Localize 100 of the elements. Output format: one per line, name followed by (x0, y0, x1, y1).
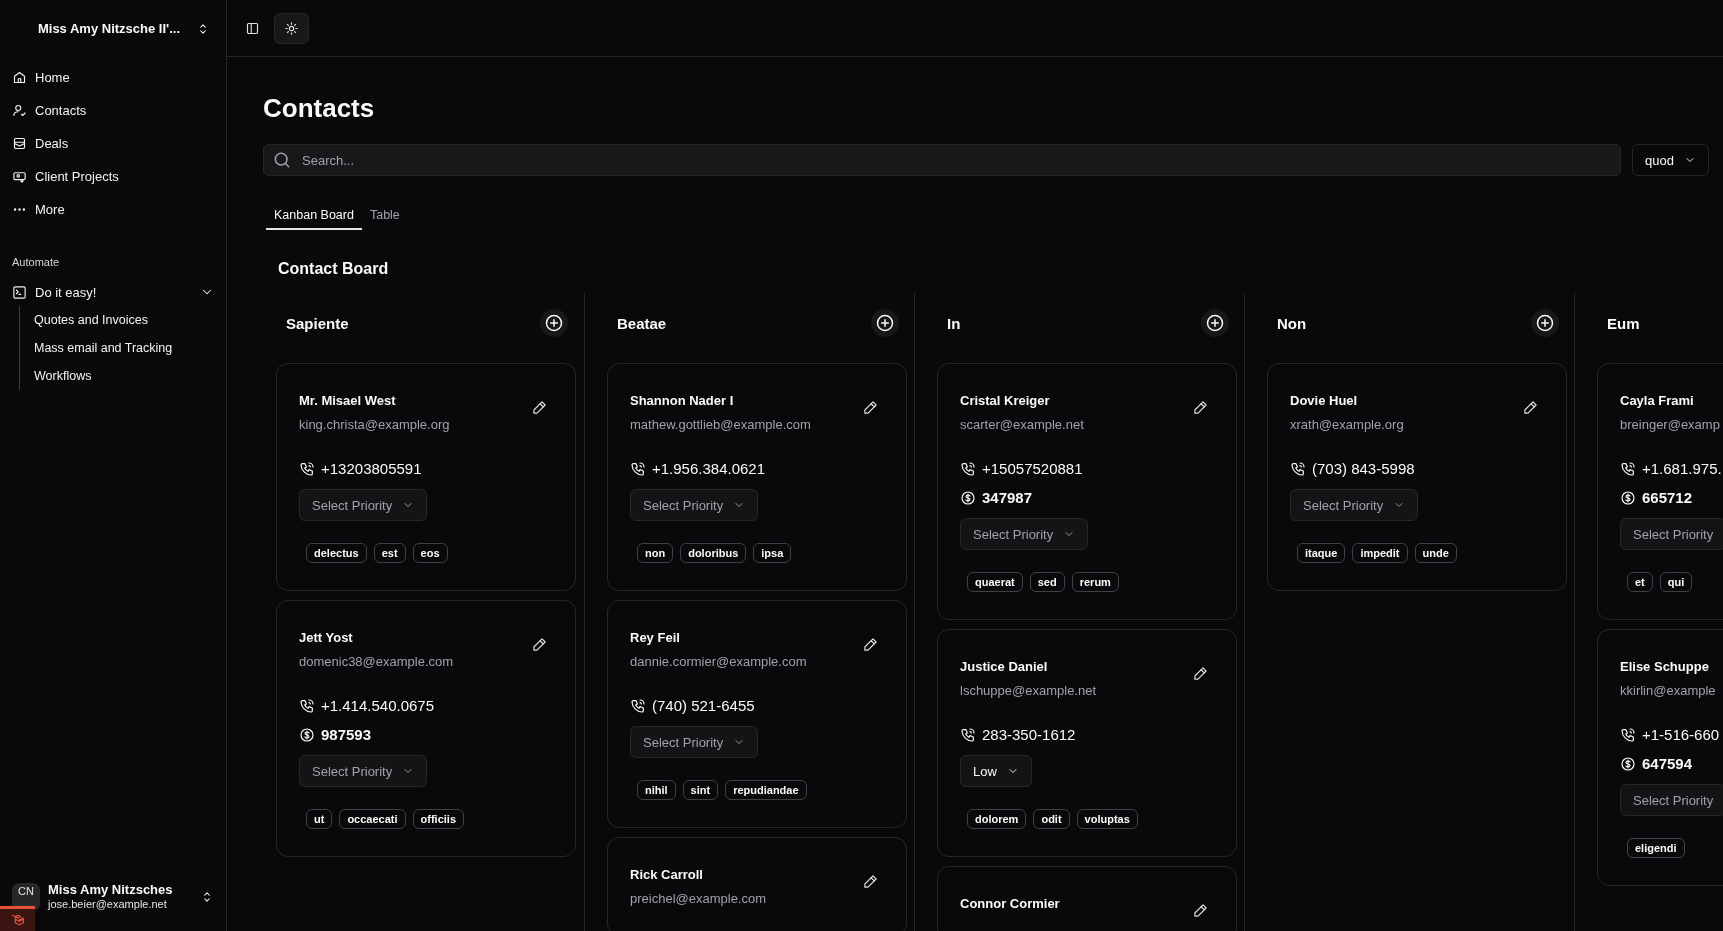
terminal-icon (12, 284, 27, 300)
nav-item[interactable]: Home (10, 63, 216, 92)
priority-select[interactable]: Select Priority (299, 755, 428, 787)
contact-email: scarter@example.net (960, 416, 1084, 434)
dollar-coin-icon (299, 726, 315, 743)
tag: non (637, 543, 674, 563)
priority-select[interactable]: Select Priority (630, 489, 759, 521)
tag: impedit (1352, 543, 1408, 563)
dollar-coin-icon (1620, 489, 1636, 506)
tag: sint (682, 780, 719, 800)
user-name: Miss Amy Nitzsches (48, 883, 174, 897)
pencil-icon (863, 874, 878, 889)
column-title: Sapiente (286, 314, 349, 332)
tag: eos (412, 543, 448, 563)
board-title: Contact Board (278, 260, 390, 278)
deal-amount: 347987 (982, 489, 1033, 506)
contact-phone: +1.681.975. (1642, 460, 1722, 477)
edit-button[interactable] (863, 874, 878, 889)
tag: voluptas (1076, 809, 1138, 829)
filter-dropdown[interactable]: quod (1632, 144, 1709, 176)
contact-phone: +15057520881 (982, 460, 1083, 477)
deal-amount: 987593 (321, 726, 372, 743)
edit-button[interactable] (532, 637, 547, 652)
contact-name: Justice Daniel (960, 658, 1048, 676)
contact-name: Shannon Nader I (630, 392, 734, 410)
pencil-icon (1193, 903, 1208, 918)
plus-circle-icon (875, 313, 895, 333)
edit-button[interactable] (1193, 903, 1208, 918)
pencil-icon (1193, 666, 1208, 681)
phone-icon (960, 460, 976, 477)
add-button[interactable] (1531, 309, 1559, 337)
nav-group[interactable]: Do it easy! (35, 284, 192, 300)
search-icon (272, 150, 292, 170)
contact-name: Dovie Huel (1290, 392, 1358, 410)
tab[interactable]: Table (361, 202, 408, 230)
dollar-coin-icon (1620, 755, 1636, 772)
dollar-coin-icon (960, 489, 976, 506)
tag: et (1627, 572, 1653, 592)
pencil-icon (532, 637, 547, 652)
nav-item[interactable]: Deals (10, 129, 216, 158)
tag: eligendi (1627, 838, 1685, 858)
priority-select[interactable]: Low (960, 755, 1032, 787)
contact-name: Rey Feil (630, 629, 680, 647)
nav-item[interactable]: More (10, 195, 216, 224)
contact-email: dannie.cormier@example.com (630, 653, 807, 671)
projector-icon (12, 169, 27, 184)
nav-item[interactable]: Client Projects (10, 162, 216, 191)
priority-select[interactable]: Select Priority (1290, 489, 1419, 521)
contact-phone: 283-350-1612 (982, 726, 1076, 743)
tag: doloribus (680, 543, 747, 563)
pencil-icon (863, 637, 878, 652)
theme-toggle[interactable] (274, 12, 309, 44)
contact-name: Jett Yost (299, 629, 353, 647)
deal-amount: 665712 (1642, 489, 1693, 506)
phone-icon (1620, 726, 1636, 743)
priority-select[interactable]: Select Priority (1620, 518, 1723, 550)
nav-item[interactable]: Contacts (10, 96, 216, 125)
add-button[interactable] (871, 309, 899, 337)
priority-select[interactable]: Select Priority (630, 726, 759, 758)
phone-icon (299, 697, 315, 714)
tag: ut (306, 809, 333, 829)
edit-button[interactable] (863, 637, 878, 652)
nav-subitem[interactable]: Quotes and Invoices (34, 306, 216, 334)
contact-phone: (740) 521-6455 (652, 697, 755, 714)
tag: itaque (1297, 543, 1346, 563)
inbox-icon (12, 136, 27, 151)
edit-button[interactable] (532, 400, 547, 415)
tag: repudiandae (725, 780, 807, 800)
plus-circle-icon (544, 313, 564, 333)
add-button[interactable] (540, 309, 568, 337)
page-title: Contacts (263, 93, 376, 124)
cube-stack-icon (9, 912, 26, 928)
nav-subitem[interactable]: Workflows (34, 362, 216, 390)
contact-email: kkirlin@example (1620, 682, 1716, 700)
priority-select[interactable]: Select Priority (299, 489, 428, 521)
contact-phone: +1.414.540.0675 (321, 697, 435, 714)
tag: rerum (1071, 572, 1119, 592)
column-title: In (947, 314, 961, 332)
tag: dolorem (967, 809, 1027, 829)
contact-email: king.christa@example.org (299, 416, 450, 434)
add-button[interactable] (1201, 309, 1229, 337)
contact-email: mathew.gottlieb@example.com (630, 416, 811, 434)
edit-button[interactable] (1193, 666, 1208, 681)
edit-button[interactable] (863, 400, 878, 415)
sidebar-icon (245, 20, 260, 36)
tag: unde (1414, 543, 1457, 563)
debug-toolbar-button[interactable] (0, 906, 35, 931)
tag: sed (1029, 572, 1065, 592)
edit-button[interactable] (1193, 400, 1208, 415)
contact-name: Connor Cormier (960, 895, 1060, 913)
tab[interactable]: Kanban Board (266, 202, 362, 230)
contact-name: Rick Carroll (630, 866, 703, 884)
contact-phone: +1.956.384.0621 (652, 460, 766, 477)
edit-button[interactable] (1523, 400, 1538, 415)
column-title: Eum (1607, 314, 1640, 332)
nav-subitem[interactable]: Mass email and Tracking (34, 334, 216, 362)
phone-icon (299, 460, 315, 477)
tag: delectus (306, 543, 367, 563)
priority-select[interactable]: Select Priority (1620, 784, 1723, 816)
priority-select[interactable]: Select Priority (960, 518, 1089, 550)
